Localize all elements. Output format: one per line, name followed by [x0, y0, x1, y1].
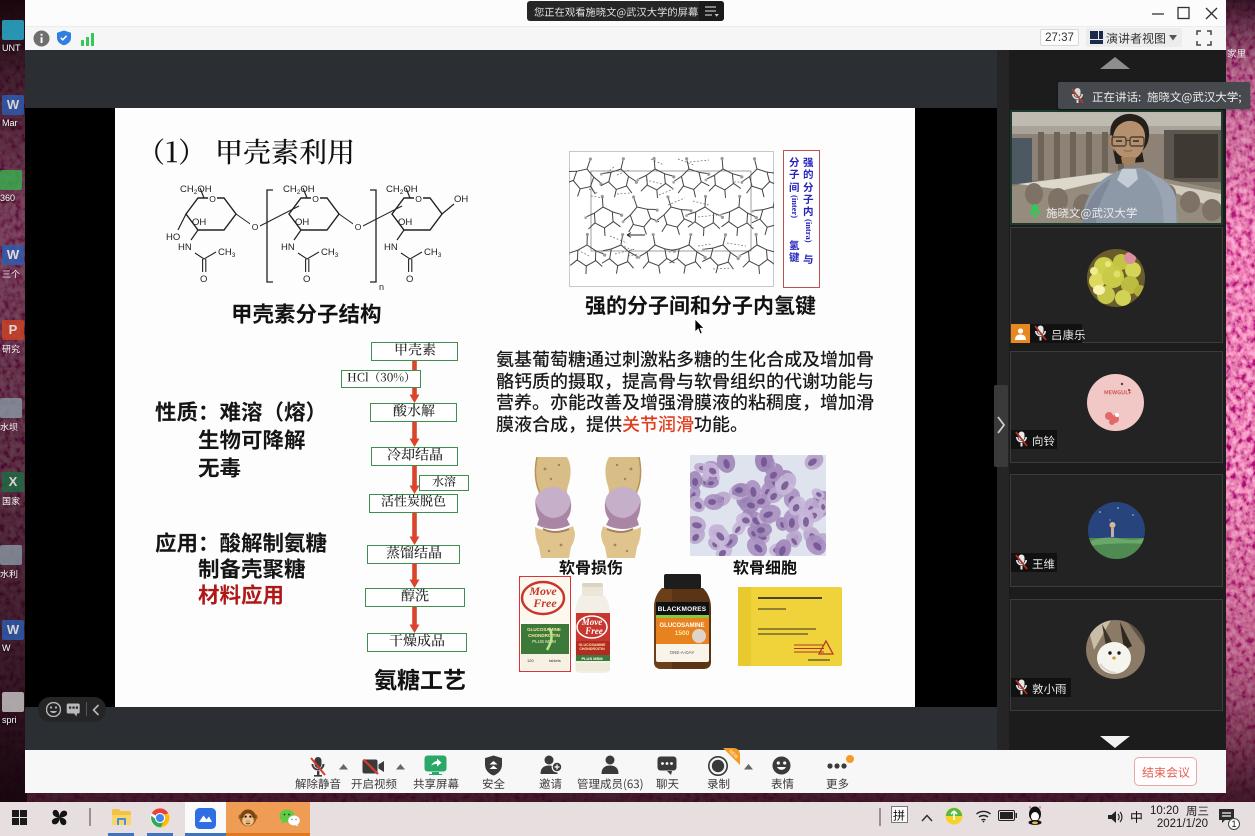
svg-text:HN: HN [384, 242, 398, 253]
svg-text:CH2OH: CH2OH [283, 184, 315, 196]
svg-text:HN: HN [281, 242, 295, 253]
svg-text:n: n [379, 282, 384, 292]
svg-text:120: 120 [527, 658, 534, 663]
svg-text:HN: HN [178, 242, 192, 253]
svg-text:OH: OH [454, 194, 468, 205]
svg-text:Free: Free [532, 596, 557, 610]
svg-text:O: O [312, 194, 319, 204]
svg-text:1500: 1500 [675, 630, 690, 637]
svg-text:GLUCOSAMINE: GLUCOSAMINE [527, 627, 561, 632]
svg-text:O: O [200, 274, 207, 285]
svg-text:PLUS MSM: PLUS MSM [581, 656, 603, 661]
svg-text:CHONDROITIN: CHONDROITIN [528, 633, 560, 638]
svg-text:ONE-A-DAY: ONE-A-DAY [670, 650, 695, 655]
svg-text:CH3: CH3 [218, 247, 236, 259]
svg-text:OH: OH [192, 217, 206, 228]
svg-text:OH: OH [295, 217, 309, 228]
svg-text:tablets: tablets [549, 658, 561, 663]
svg-text:O: O [252, 222, 259, 232]
svg-text:O: O [209, 194, 216, 204]
svg-text:CH2OH: CH2OH [386, 184, 418, 196]
svg-text:O: O [303, 274, 310, 285]
svg-text:GLUCOSAMINE: GLUCOSAMINE [660, 623, 705, 629]
svg-text:O: O [415, 194, 422, 204]
svg-text:CH3: CH3 [424, 247, 442, 259]
svg-text:CH3: CH3 [321, 247, 339, 259]
svg-text:O: O [406, 274, 413, 285]
svg-text:BLACKMORES: BLACKMORES [658, 606, 707, 613]
svg-text:Free: Free [584, 626, 603, 636]
svg-text:OH: OH [398, 217, 412, 228]
svg-text:HO: HO [166, 232, 180, 243]
svg-text:CH2OH: CH2OH [180, 184, 212, 196]
svg-text:CHONDROITIN: CHONDROITIN [579, 647, 605, 651]
svg-text:O: O [355, 222, 362, 232]
